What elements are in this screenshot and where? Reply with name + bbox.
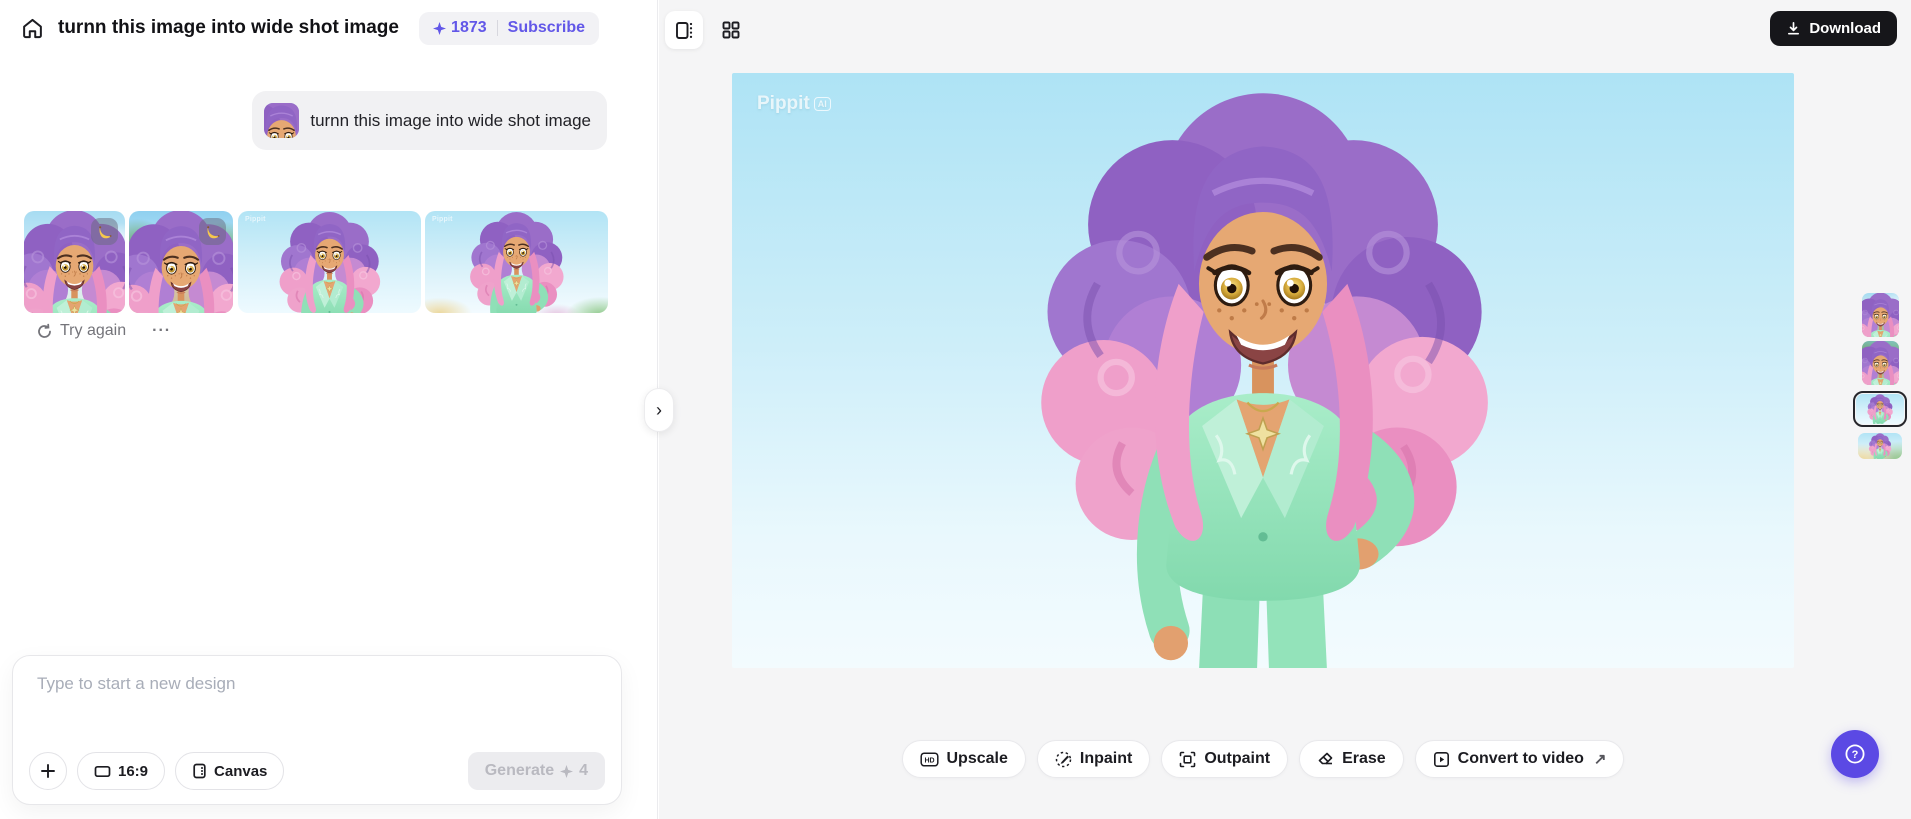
- more-options-button[interactable]: ···: [152, 323, 171, 339]
- prompt-input[interactable]: [37, 674, 597, 732]
- help-button[interactable]: ?: [1831, 730, 1879, 778]
- grid-view-button[interactable]: [712, 11, 750, 49]
- result-thumbnail-3[interactable]: Pippit: [238, 211, 421, 313]
- home-button[interactable]: [16, 12, 48, 44]
- outpaint-expand-icon: [1180, 751, 1196, 767]
- hd-icon: HD: [919, 751, 939, 767]
- composer-toolbar: 16:9 Canvas Generate 4: [29, 752, 605, 790]
- watermark-text: Pippit: [757, 93, 810, 114]
- single-view-icon: [675, 21, 692, 39]
- svg-text:HD: HD: [924, 757, 934, 764]
- history-thumbnail-4[interactable]: [1858, 433, 1902, 459]
- watermark-ai-badge: AI: [813, 97, 831, 111]
- banana-icon: [206, 225, 219, 238]
- main-canvas-image[interactable]: Pippit AI: [732, 73, 1794, 668]
- erase-label: Erase: [1342, 750, 1386, 767]
- history-thumbnail-2[interactable]: [1861, 341, 1899, 385]
- question-mark-icon: ?: [1845, 744, 1865, 764]
- inpaint-button[interactable]: Inpaint: [1036, 740, 1151, 778]
- outpaint-label: Outpaint: [1204, 750, 1271, 767]
- message-avatar: [264, 103, 300, 138]
- history-thumbnail-1[interactable]: [1861, 293, 1899, 337]
- aspect-ratio-button[interactable]: 16:9: [77, 752, 166, 790]
- aspect-ratio-value: 16:9: [118, 762, 149, 780]
- refresh-icon: [38, 323, 51, 338]
- chat-panel-header: turnn this image into wide shot image 18…: [0, 0, 657, 56]
- model-badge: [199, 218, 226, 245]
- user-message-text: turnn this image into wide shot image: [310, 110, 591, 130]
- watermark: Pippit AI: [757, 93, 831, 115]
- history-thumbnail-strip: [1853, 293, 1907, 459]
- credits-pill: 1873 Subscribe: [419, 11, 599, 45]
- svg-text:?: ?: [1852, 749, 1859, 761]
- result-thumbnail-4[interactable]: Pippit: [425, 211, 608, 313]
- convert-to-video-label: Convert to video: [1457, 750, 1584, 767]
- canvas-label: Canvas: [214, 762, 268, 780]
- generate-button[interactable]: Generate 4: [467, 752, 605, 790]
- sparkle-icon: [560, 764, 574, 778]
- convert-to-video-button[interactable]: Convert to video ↗: [1414, 740, 1625, 778]
- canvas-button[interactable]: Canvas: [175, 752, 285, 790]
- grid-view-icon: [722, 21, 740, 39]
- chat-panel: turnn this image into wide shot image 18…: [0, 0, 658, 819]
- view-toggle-group: [665, 11, 750, 49]
- credits-button[interactable]: 1873: [433, 19, 487, 37]
- home-icon: [22, 18, 42, 38]
- inpaint-label: Inpaint: [1079, 750, 1133, 767]
- try-again-label: Try again: [60, 322, 127, 339]
- chevron-right-icon: ›: [656, 399, 662, 420]
- app-window: turnn this image into wide shot image 18…: [0, 0, 1911, 819]
- outpaint-button[interactable]: Outpaint: [1161, 740, 1289, 778]
- upscale-button[interactable]: HD Upscale: [901, 740, 1026, 778]
- plus-icon: [41, 764, 55, 778]
- canvas-panel: Download Pippit AI HD Upscale Inpaint Ou…: [659, 0, 1911, 819]
- external-link-icon: ↗: [1593, 751, 1607, 768]
- video-icon: [1433, 751, 1449, 767]
- eraser-icon: [1318, 752, 1333, 764]
- model-badge: [91, 218, 118, 245]
- add-attachment-button[interactable]: [29, 752, 67, 790]
- page-title: turnn this image into wide shot image: [58, 17, 399, 38]
- inpaint-brush-icon: [1055, 751, 1072, 767]
- prompt-composer: 16:9 Canvas Generate 4: [12, 655, 622, 805]
- credits-count: 1873: [451, 19, 487, 36]
- download-button[interactable]: Download: [1770, 11, 1897, 46]
- erase-button[interactable]: Erase: [1299, 740, 1404, 778]
- download-label: Download: [1809, 20, 1881, 37]
- canvas-icon: [193, 763, 206, 779]
- landscape-ratio-icon: [94, 765, 111, 777]
- sparkle-icon: [433, 21, 447, 35]
- image-actions-row: HD Upscale Inpaint Outpaint Erase Conver…: [732, 740, 1794, 778]
- try-again-button[interactable]: Try again: [36, 322, 126, 340]
- generate-cost: 4: [579, 762, 588, 779]
- download-icon: [1788, 22, 1800, 35]
- subscribe-link[interactable]: Subscribe: [508, 19, 585, 37]
- history-thumbnail-3-selected[interactable]: [1853, 391, 1907, 427]
- single-view-button[interactable]: [665, 11, 703, 49]
- result-actions-row: Try again ···: [36, 322, 171, 340]
- upscale-label: Upscale: [946, 750, 1008, 767]
- divider: [496, 20, 498, 36]
- collapse-panel-button[interactable]: ›: [644, 388, 674, 432]
- result-thumbnail-2[interactable]: [129, 211, 233, 313]
- result-thumbnail-1[interactable]: [24, 211, 125, 313]
- user-message-bubble: turnn this image into wide shot image: [252, 91, 607, 150]
- generate-label: Generate: [484, 762, 555, 779]
- banana-icon: [98, 225, 111, 238]
